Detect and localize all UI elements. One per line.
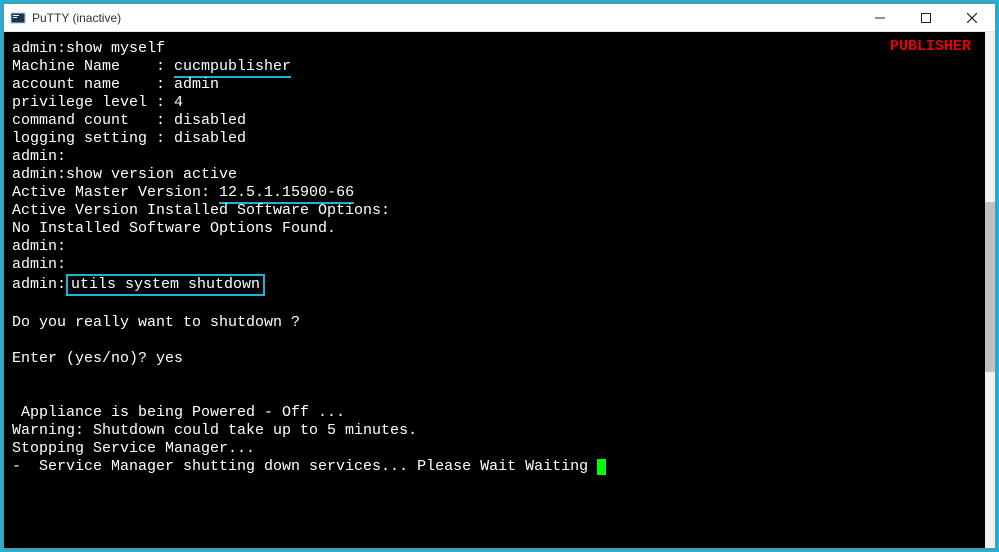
cursor (597, 459, 606, 475)
scrollbar-thumb[interactable] (985, 202, 995, 372)
line: - Service Manager shutting down services… (12, 458, 606, 475)
line: admin: (12, 256, 66, 273)
line: command count : disabled (12, 112, 246, 129)
line: admin: (12, 148, 66, 165)
line: admin:show myself (12, 40, 165, 57)
line: Warning: Shutdown could take up to 5 min… (12, 422, 417, 439)
putty-icon (10, 10, 26, 26)
line: account name : admin (12, 76, 219, 93)
line: admin:show version active (12, 166, 237, 183)
machine-name-value: cucmpublisher (174, 58, 291, 78)
active-master-version: 12.5.1.15900-66 (219, 184, 354, 204)
line: privilege level : 4 (12, 94, 183, 111)
putty-window: PuTTY (inactive) PUBLISHER admin:show my… (3, 3, 996, 549)
line: Active Version Installed Software Option… (12, 202, 390, 219)
close-button[interactable] (949, 4, 995, 32)
line: Enter (yes/no)? yes (12, 350, 183, 367)
terminal-output[interactable]: admin:show myself Machine Name : cucmpub… (4, 32, 985, 548)
line: No Installed Software Options Found. (12, 220, 336, 237)
window-title: PuTTY (inactive) (32, 11, 121, 25)
line: Active Master Version: 12.5.1.15900-66 (12, 184, 354, 204)
terminal-area: PUBLISHER admin:show myself Machine Name… (4, 32, 995, 548)
line: Appliance is being Powered - Off ... (12, 404, 345, 421)
minimize-button[interactable] (857, 4, 903, 32)
line: Stopping Service Manager... (12, 440, 255, 457)
line: Machine Name : cucmpublisher (12, 58, 291, 78)
line: Do you really want to shutdown ? (12, 314, 300, 331)
line: logging setting : disabled (12, 130, 246, 147)
shutdown-command: utils system shutdown (66, 274, 265, 296)
line: admin:utils system shutdown (12, 276, 265, 293)
maximize-button[interactable] (903, 4, 949, 32)
scrollbar[interactable] (985, 32, 995, 548)
titlebar[interactable]: PuTTY (inactive) (4, 4, 995, 32)
line: admin: (12, 238, 66, 255)
